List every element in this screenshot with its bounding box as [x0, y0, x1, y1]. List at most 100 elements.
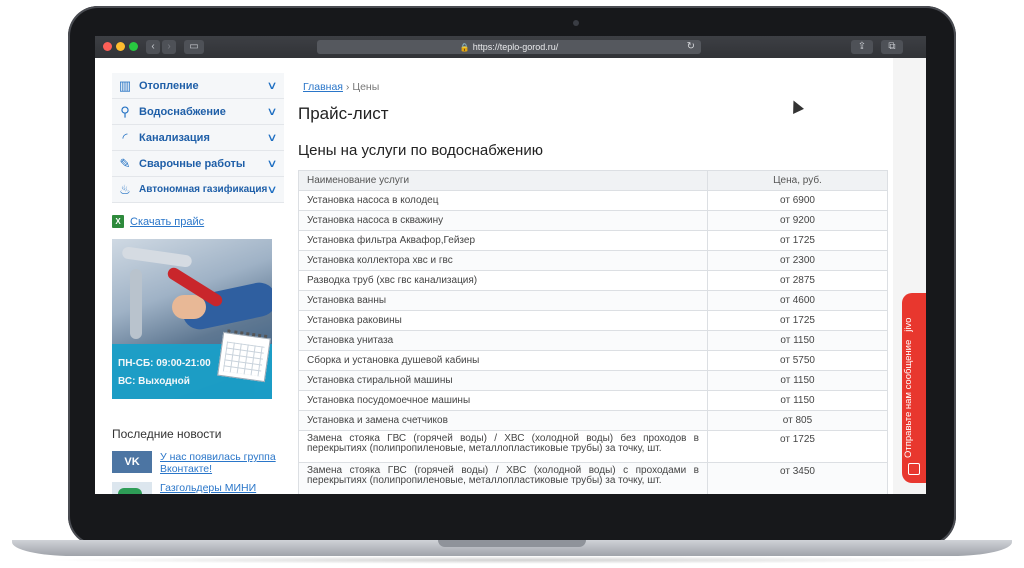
sidebar-toggle-icon[interactable]: ▭	[184, 40, 204, 54]
service-name-cell: Установка стиральной машины	[298, 370, 708, 391]
working-hours-text: ПН-СБ: 09:00-21:00	[118, 358, 211, 369]
gas-flame-icon: ♨	[119, 181, 131, 197]
breadcrumb: Главная › Цены	[303, 81, 379, 93]
price-cell: от 9200	[707, 210, 888, 231]
sidebar-item-water-supply[interactable]: ⚲ Водоснабжение ∨	[112, 99, 284, 125]
radiator-icon: ▥	[118, 77, 132, 93]
page-title: Прайс-лист	[298, 104, 389, 123]
url-text: https://teplo-gorod.ru/	[472, 42, 559, 52]
plumber-hand-illustration	[172, 295, 206, 319]
table-row: Установка коллектора хвс и гвс от 2300	[298, 250, 888, 271]
table-row: Разводка труб (хвс гвс канализация) от 28…	[298, 270, 888, 291]
price-cell: от 5750	[707, 350, 888, 371]
table-row: Установка ванны от 4600	[298, 290, 888, 311]
chat-brand-text: jivo	[903, 317, 914, 332]
sidebar-item-welding[interactable]: ✎ Сварочные работы ∨	[112, 151, 284, 177]
breadcrumb-separator: ›	[345, 81, 350, 93]
sidebar-menu: ▥ Отопление ∨ ⚲ Водоснабжение ∨ ◜ Канали…	[112, 73, 284, 203]
pipe-illustration	[121, 246, 193, 268]
table-row: Замена стояка ГВС (горячей воды) / ХВС (…	[298, 430, 888, 463]
service-name-cell: Установка насоса в скважину	[298, 210, 708, 231]
sidebar-item-heating[interactable]: ▥ Отопление ∨	[112, 73, 284, 99]
address-bar[interactable]: 🔒 https://teplo-gorod.ru/ ↻	[317, 40, 701, 54]
price-cell: от 1150	[707, 390, 888, 411]
gas-tank-icon	[112, 482, 152, 494]
table-row: Установка насоса в скважину от 9200	[298, 210, 888, 231]
breadcrumb-home-link[interactable]: Главная	[303, 81, 343, 93]
table-row: Установка фильтра Аквафор,Гейзер от 1725	[298, 230, 888, 251]
table-row: Установка насоса в колодец от 6900	[298, 190, 888, 211]
sidebar-item-label: Автономная газификация	[139, 184, 268, 195]
vk-icon: VK	[112, 451, 152, 473]
service-name-cell: Установка насоса в колодец	[298, 190, 708, 211]
table-header-row: Наименование услуги Цена, руб.	[298, 170, 888, 191]
laptop-notch	[438, 540, 586, 547]
service-name-cell: Установка унитаза	[298, 330, 708, 351]
chat-message-icon	[908, 463, 920, 475]
chevron-down-icon[interactable]: ∨	[266, 157, 277, 170]
forward-button[interactable]: ›	[162, 40, 176, 54]
news-link[interactable]: У нас появилась группа Вконтакте!	[160, 451, 280, 475]
service-name-cell: Установка коллектора хвс и гвс	[298, 250, 708, 271]
price-cell: от 3450	[707, 462, 888, 494]
lock-icon: 🔒	[459, 43, 470, 52]
chevron-down-icon[interactable]: ∨	[266, 131, 277, 144]
chevron-down-icon[interactable]: ∨	[266, 105, 277, 118]
section-title: Цены на услуги по водоснабжению	[298, 142, 543, 159]
browser-toolbar: ‹ › ▭ 🔒 https://teplo-gorod.ru/ ↻ ⇪ ⧉	[95, 36, 926, 59]
day-off-text: ВС: Выходной	[118, 376, 190, 387]
service-name-cell: Установка посудомоечное машины	[298, 390, 708, 411]
service-name-cell: Установка и замена счетчиков	[298, 410, 708, 431]
pipe-illustration	[130, 269, 142, 339]
price-cell: от 1725	[707, 430, 888, 463]
price-cell: от 1725	[707, 310, 888, 331]
news-item[interactable]: VK У нас появилась группа Вконтакте!	[112, 451, 280, 475]
service-name-cell: Установка ванны	[298, 290, 708, 311]
table-row: Установка унитаза от 1150	[298, 330, 888, 351]
news-section-title: Последние новости	[112, 427, 222, 441]
welding-icon: ✎	[119, 155, 131, 171]
close-window-button[interactable]	[103, 42, 112, 51]
table-row: Установка стиральной машины от 1150	[298, 370, 888, 391]
price-cell: от 2300	[707, 250, 888, 271]
price-table: Наименование услуги Цена, руб. Установка…	[298, 170, 888, 494]
price-cell: от 2875	[707, 270, 888, 291]
reload-icon[interactable]: ↻	[687, 40, 695, 54]
chevron-down-icon[interactable]: ∨	[266, 79, 277, 92]
news-link[interactable]: Газгольдеры МИНИ	[160, 482, 280, 494]
service-name-cell: Установка раковины	[298, 310, 708, 331]
price-cell: от 1725	[707, 230, 888, 251]
table-row: Сборка и установка душевой кабины от 5750	[298, 350, 888, 371]
excel-file-icon: X	[112, 215, 124, 228]
promo-banner[interactable]: ПН-СБ: 09:00-21:00 ВС: Выходной	[112, 239, 272, 399]
service-name-cell: Замена стояка ГВС (горячей воды) / ХВС (…	[298, 462, 708, 494]
back-button[interactable]: ‹	[146, 40, 160, 54]
tabs-overview-icon[interactable]: ⧉	[881, 40, 903, 54]
chevron-down-icon[interactable]: ∨	[266, 183, 277, 196]
share-icon[interactable]: ⇪	[851, 40, 873, 54]
column-header-price: Цена, руб.	[707, 170, 888, 191]
webcam-icon	[573, 20, 579, 26]
minimize-window-button[interactable]	[116, 42, 125, 51]
service-name-cell: Сборка и установка душевой кабины	[298, 350, 708, 371]
table-row: Замена стояка ГВС (горячей воды) / ХВС (…	[298, 462, 888, 494]
pipe-icon: ◜	[122, 129, 128, 145]
maximize-window-button[interactable]	[129, 42, 138, 51]
service-name-cell: Замена стояка ГВС (горячей воды) / ХВС (…	[298, 430, 708, 463]
sidebar-item-gasification[interactable]: ♨ Автономная газификация ∨	[112, 177, 284, 203]
price-cell: от 1150	[707, 370, 888, 391]
column-header-service: Наименование услуги	[298, 170, 708, 191]
sidebar-item-label: Водоснабжение	[139, 105, 226, 118]
sidebar-item-label: Сварочные работы	[139, 157, 246, 170]
sidebar-item-sewerage[interactable]: ◜ Канализация ∨	[112, 125, 284, 151]
service-name-cell: Разводка труб (хвс гвс канализация)	[298, 270, 708, 291]
chat-widget-tab[interactable]: Отправьте нам сообщение jivo	[902, 293, 926, 483]
news-item[interactable]: Газгольдеры МИНИ	[112, 482, 280, 494]
table-row: Установка и замена счетчиков от 805	[298, 410, 888, 431]
breadcrumb-current: Цены	[352, 81, 380, 93]
download-price-label[interactable]: Скачать прайс	[130, 216, 204, 228]
faucet-icon: ⚲	[120, 103, 130, 119]
sidebar-item-label: Канализация	[139, 131, 210, 144]
download-price-link[interactable]: X Скачать прайс	[112, 215, 204, 228]
page-content: ▥ Отопление ∨ ⚲ Водоснабжение ∨ ◜ Канали…	[95, 58, 926, 494]
